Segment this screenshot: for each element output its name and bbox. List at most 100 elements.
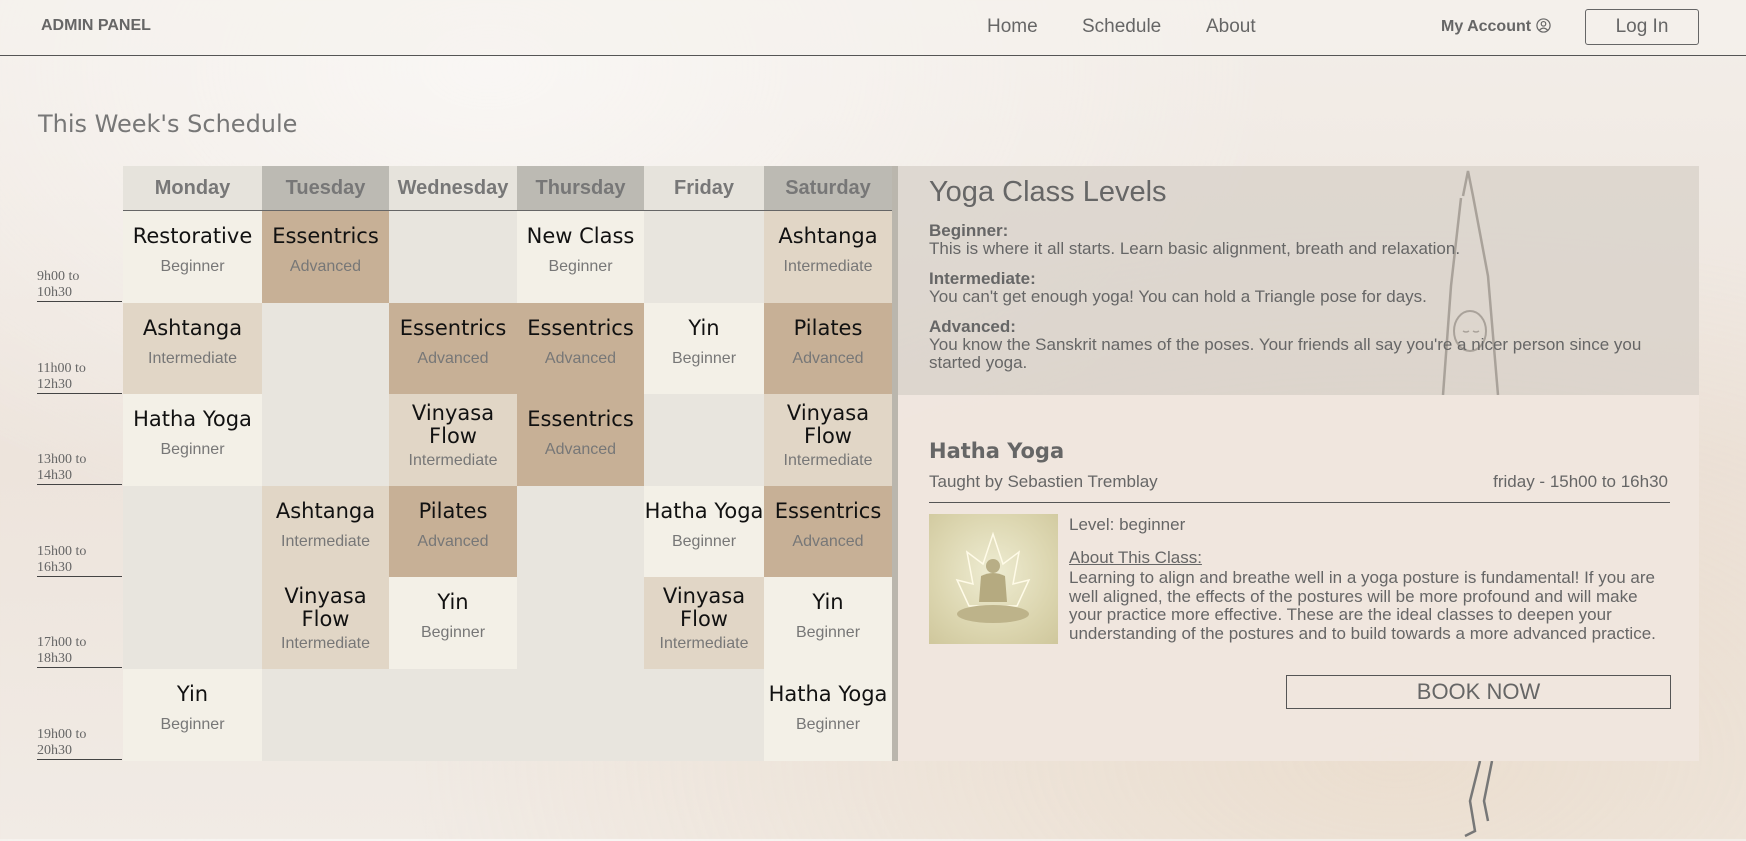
login-button[interactable]: Log In: [1585, 9, 1699, 45]
class-name: Ashtanga: [275, 498, 376, 523]
class-cell[interactable]: Ashtanga Intermediate: [764, 211, 892, 303]
time-slot-start: 9h00 to: [37, 269, 80, 284]
time-slot-end: 16h30: [37, 559, 72, 575]
levels-panel: Yoga Class Levels Beginner: This is wher…: [898, 166, 1699, 395]
class-name: Ashtanga: [142, 315, 243, 340]
empty-cell: [389, 211, 517, 303]
class-cell[interactable]: Yin Beginner: [764, 577, 892, 669]
empty-cell: [644, 394, 764, 486]
class-level: Beginner: [795, 716, 861, 733]
class-name: Hatha Yoga: [133, 407, 252, 432]
class-level: Intermediate: [408, 452, 498, 470]
class-cell[interactable]: Pilates Advanced: [764, 302, 892, 395]
class-cell[interactable]: Hatha Yoga Beginner: [764, 669, 892, 761]
class-cell[interactable]: Pilates Advanced: [389, 485, 517, 578]
class-cell[interactable]: Yin Beginner: [389, 577, 517, 669]
class-time-text: friday - 15h00 to 16h30: [1493, 472, 1668, 491]
class-cell[interactable]: Essentrics Advanced: [517, 302, 644, 395]
empty-cell: [517, 485, 644, 578]
time-slot-label: 11h00 to 12h30: [37, 361, 122, 394]
class-name: Vinyasa Flow: [284, 584, 367, 632]
class-cell[interactable]: New Class Beginner: [517, 211, 644, 303]
class-cell[interactable]: Vinyasa Flow Intermediate: [389, 394, 517, 486]
class-name: Yin: [437, 590, 469, 615]
class-title: Hatha Yoga: [929, 439, 1065, 463]
class-level: Intermediate: [148, 349, 237, 367]
class-level: Intermediate: [783, 452, 873, 470]
class-cell[interactable]: Essentrics Advanced: [262, 211, 389, 303]
class-level: Beginner: [795, 624, 861, 642]
nav-about[interactable]: About: [1206, 16, 1256, 38]
empty-cell: [123, 577, 262, 669]
my-account-link[interactable]: My Account: [1441, 18, 1551, 36]
class-level-text: Level: beginner: [1069, 515, 1186, 534]
class-cell[interactable]: Essentrics Advanced: [517, 394, 644, 486]
class-level: Advanced: [544, 349, 617, 367]
empty-cell: [517, 577, 644, 669]
level-advanced-text: You know the Sanskrit names of the poses…: [929, 335, 1642, 372]
empty-cell: [644, 211, 764, 303]
page-title: This Week's Schedule: [38, 110, 298, 138]
class-name: Essentrics: [774, 498, 882, 523]
level-beginner-text: This is where it all starts. Learn basic…: [929, 239, 1461, 258]
class-name: Essentrics: [527, 407, 634, 432]
class-level: Intermediate: [281, 532, 370, 550]
my-account-label: My Account: [1441, 18, 1532, 35]
class-cell[interactable]: Vinyasa Flow Intermediate: [644, 577, 764, 669]
class-cell[interactable]: Essentrics Advanced: [764, 485, 892, 578]
level-advanced-label: Advanced:: [929, 317, 1016, 336]
nav-home[interactable]: Home: [987, 16, 1038, 38]
class-name: Hatha Yoga: [768, 682, 888, 706]
class-level: Intermediate: [783, 258, 873, 275]
class-name: Pilates: [793, 315, 863, 340]
time-slot-label: 13h00 to 14h30: [37, 452, 122, 486]
class-cell[interactable]: Yin Beginner: [123, 669, 262, 761]
day-header-monday: Monday: [123, 166, 262, 211]
class-cell[interactable]: Restorative Beginner: [123, 211, 262, 303]
class-cell[interactable]: Vinyasa Flow Intermediate: [764, 394, 892, 486]
class-cell[interactable]: Hatha Yoga Beginner: [644, 485, 764, 578]
class-name: Yin: [688, 315, 720, 340]
time-slot-start: 11h00 to: [37, 360, 86, 376]
levels-title: Yoga Class Levels: [929, 176, 1167, 208]
level-beginner-label: Beginner:: [929, 221, 1009, 240]
class-level: Beginner: [160, 258, 225, 275]
class-name: Ashtanga: [778, 224, 878, 248]
class-name: Essentrics: [272, 224, 379, 248]
class-cell[interactable]: Vinyasa Flow Intermediate: [262, 577, 389, 669]
class-name: Vinyasa Flow: [662, 584, 746, 632]
class-level: Beginner: [671, 532, 737, 550]
class-level: Beginner: [548, 258, 613, 275]
time-slot-end: 12h30: [37, 376, 72, 392]
class-name: New Class: [526, 224, 635, 248]
schedule-grid: Monday Restorative Beginner Ashtanga Interme…: [123, 166, 892, 761]
nav-schedule[interactable]: Schedule: [1082, 16, 1161, 38]
class-level: Beginner: [671, 349, 737, 367]
user-circle-icon: [1535, 18, 1551, 33]
empty-cell: [644, 669, 764, 761]
time-slot-label: 19h00 to 20h30: [37, 727, 122, 760]
class-cell[interactable]: Ashtanga Intermediate: [123, 302, 262, 395]
class-name: Essentrics: [527, 315, 634, 340]
class-name: Yin: [176, 682, 209, 706]
class-name: Restorative: [132, 224, 253, 248]
time-slot-start: 13h00 to: [37, 452, 87, 468]
time-slot-end: 10h30: [37, 285, 72, 300]
time-slot-label: 17h00 to 18h30: [37, 635, 122, 669]
admin-panel-link[interactable]: ADMIN PANEL: [41, 17, 151, 35]
class-cell[interactable]: Ashtanga Intermediate: [262, 485, 389, 578]
class-level: Intermediate: [281, 635, 370, 653]
class-name: Yin: [812, 590, 844, 615]
book-now-button[interactable]: BOOK NOW: [1286, 675, 1671, 709]
class-cell[interactable]: Yin Beginner: [644, 302, 764, 395]
day-header-thursday: Thursday: [517, 166, 644, 211]
class-name: Essentrics: [399, 315, 507, 340]
class-detail-panel: Hatha Yoga Taught by Sebastien Tremblay …: [898, 395, 1699, 761]
time-slot-label: 15h00 to 16h30: [37, 544, 122, 577]
class-cell[interactable]: Hatha Yoga Beginner: [123, 394, 262, 486]
class-cell[interactable]: Essentrics Advanced: [389, 302, 517, 395]
day-header-saturday: Saturday: [764, 166, 892, 211]
empty-cell: [517, 669, 644, 761]
about-heading: About This Class:: [1069, 548, 1202, 567]
time-slot-end: 20h30: [37, 743, 72, 758]
